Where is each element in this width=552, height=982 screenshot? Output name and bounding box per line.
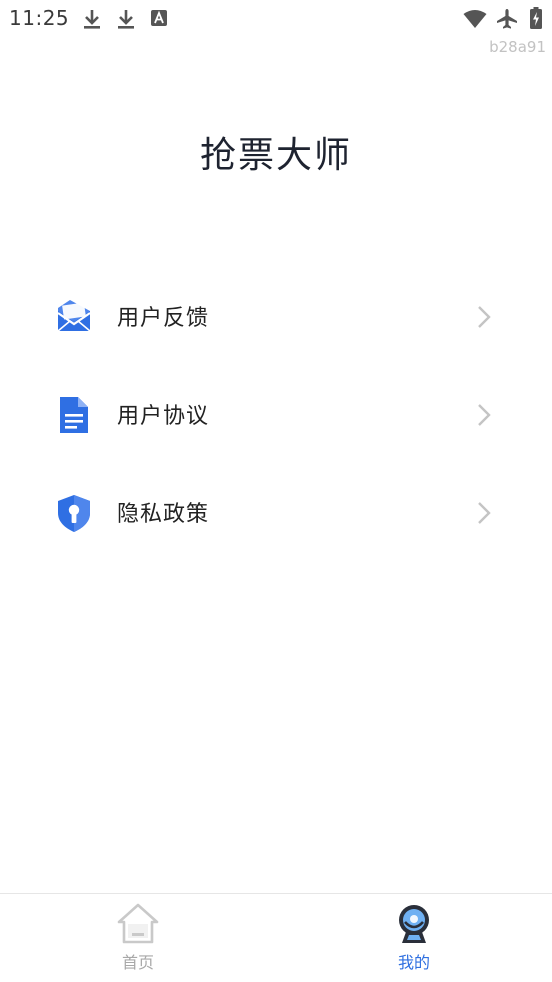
chevron-right-icon	[474, 500, 494, 526]
status-bar: 11:25	[0, 0, 552, 38]
download-icon	[82, 8, 102, 30]
shield-lock-icon	[54, 493, 94, 533]
battery-charging-icon	[530, 7, 542, 29]
menu-item-user-agreement[interactable]: 用户协议	[0, 366, 552, 464]
settings-menu: 用户反馈 用户协议 隐私政策	[0, 268, 552, 562]
menu-item-label: 隐私政策	[117, 502, 210, 527]
translate-icon	[151, 10, 167, 32]
wifi-icon	[463, 9, 487, 31]
status-time: 11:25	[9, 6, 70, 30]
home-icon	[115, 902, 161, 946]
build-tag: b28a91	[489, 38, 546, 56]
page-title: 抢票大师	[199, 135, 352, 176]
tab-mine-label: 我的	[397, 953, 430, 972]
mail-icon	[54, 297, 94, 337]
download-icon	[116, 8, 136, 30]
chevron-right-icon	[474, 304, 494, 330]
profile-icon	[391, 902, 437, 946]
tab-home-label: 首页	[121, 953, 154, 972]
tab-home[interactable]: 首页	[0, 894, 276, 982]
menu-item-privacy-policy[interactable]: 隐私政策	[0, 464, 552, 562]
bottom-navigation: 首页 我的	[0, 893, 552, 982]
chevron-right-icon	[474, 402, 494, 428]
menu-item-label: 用户协议	[117, 404, 210, 429]
tab-mine[interactable]: 我的	[276, 894, 552, 982]
menu-item-feedback[interactable]: 用户反馈	[0, 268, 552, 366]
airplane-mode-icon	[496, 8, 518, 30]
document-icon	[54, 395, 94, 435]
menu-item-label: 用户反馈	[117, 306, 210, 331]
